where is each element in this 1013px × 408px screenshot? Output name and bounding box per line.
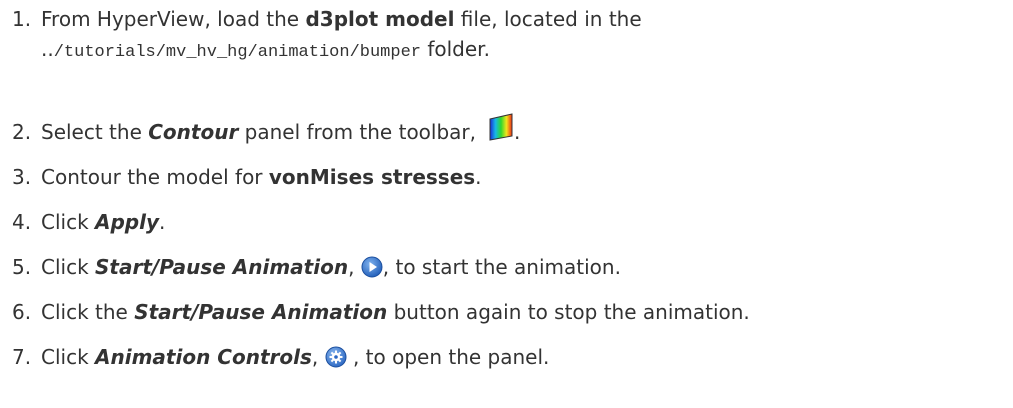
step-text: folder. (420, 37, 490, 61)
step-1-continued: ../tutorials/mv_hv_hg/animation/bumper f… (41, 34, 490, 68)
step-number: 3. (12, 165, 32, 189)
step-5: 5. Click Start/Pause Animation, , to star… (12, 252, 621, 282)
contour-panel-name: Contour (148, 120, 239, 144)
step-1: 1. From HyperView, load the d3plot model … (12, 4, 642, 34)
step-text: , to open the panel. (346, 345, 550, 369)
apply-label: Apply (95, 210, 160, 234)
step-text: Select the (41, 120, 149, 144)
step-number: 2. (12, 120, 32, 144)
step-6: 6. Click the Start/Pause Animation button… (12, 297, 750, 327)
step-text: Click (41, 210, 96, 234)
step-text: Click (41, 255, 96, 279)
step-2: 2. Select the Contour panel from the tool… (12, 113, 521, 144)
result-type: vonMises stresses (268, 165, 476, 189)
gear-icon (325, 346, 347, 376)
step-text: , (348, 255, 361, 279)
step-number: 4. (12, 210, 32, 234)
step-text: Click the (41, 300, 135, 324)
step-text: , (311, 345, 325, 369)
step-text: . (475, 165, 482, 189)
step-number: 6. (12, 300, 32, 324)
step-3: 3. Contour the model for vonMises stresse… (12, 162, 482, 192)
path-prefix: .. (41, 37, 54, 61)
step-number: 1. (12, 7, 32, 31)
start-pause-label: Start/Pause Animation (95, 255, 349, 279)
step-text: . (514, 120, 521, 144)
start-pause-label: Start/Pause Animation (134, 300, 388, 324)
model-file-name: d3plot model (305, 7, 455, 31)
step-number: 5. (12, 255, 32, 279)
step-text: Contour the model for (41, 165, 269, 189)
contour-rainbow-icon (488, 113, 514, 149)
step-text: From HyperView, load the (41, 7, 306, 31)
animation-controls-label: Animation Controls (95, 345, 312, 369)
step-text: , to start the animation. (382, 255, 621, 279)
step-number: 7. (12, 345, 32, 369)
play-icon (361, 256, 383, 286)
step-text: panel from the toolbar, (238, 120, 476, 144)
folder-path: /tutorials/mv_hv_hg/animation/bumper (53, 43, 421, 62)
step-text: button again to stop the animation. (387, 300, 750, 324)
step-7: 7. Click Animation Controls, , to open t… (12, 342, 549, 372)
step-text: Click (41, 345, 96, 369)
step-text: . (159, 210, 166, 234)
step-4: 4. Click Apply. (12, 207, 165, 237)
step-text: file, located in the (454, 7, 642, 31)
